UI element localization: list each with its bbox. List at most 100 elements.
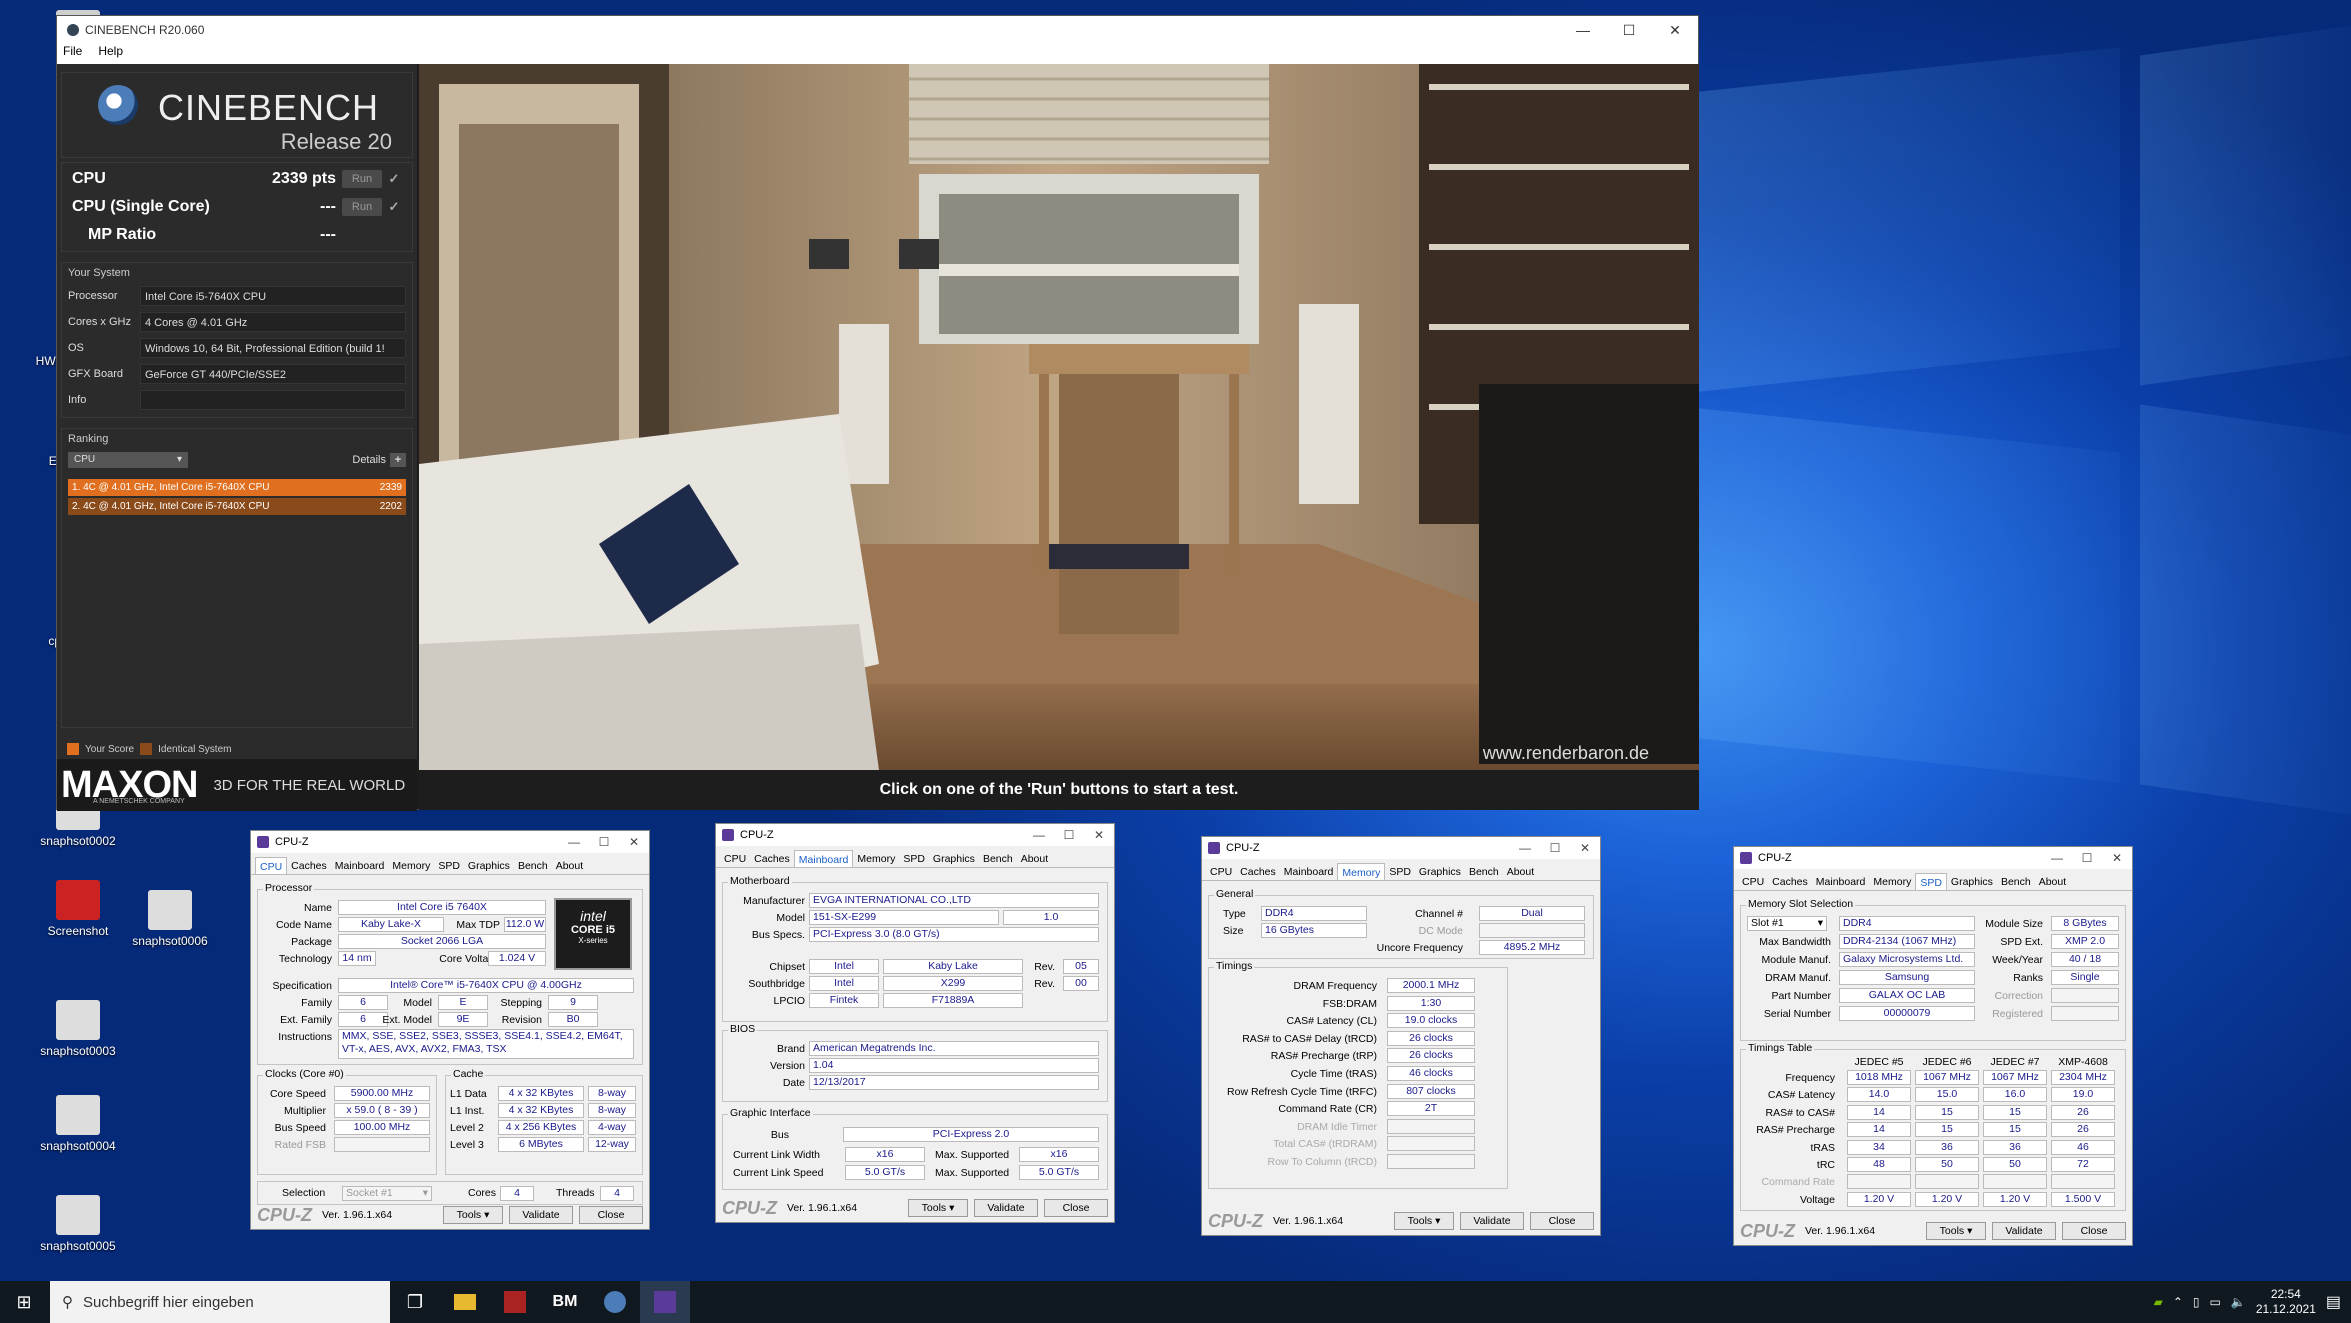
tab-bench[interactable]: Bench: [979, 850, 1017, 867]
cpu-run-button[interactable]: Run: [342, 170, 382, 188]
tab-bench[interactable]: Bench: [1465, 863, 1503, 880]
close-dialog-button[interactable]: Close: [2062, 1222, 2126, 1240]
tools-button[interactable]: Tools ▾: [443, 1206, 503, 1224]
tools-button[interactable]: Tools ▾: [1394, 1212, 1454, 1230]
tab-memory[interactable]: Memory: [1869, 873, 1915, 890]
notifications-icon[interactable]: ▤: [2326, 1292, 2341, 1312]
tab-cpu[interactable]: CPU: [1738, 873, 1768, 890]
socket-select[interactable]: Socket #1 ▾: [342, 1186, 432, 1201]
tab-about[interactable]: About: [1503, 863, 1538, 880]
validate-button[interactable]: Validate: [1460, 1212, 1524, 1230]
tab-memory[interactable]: Memory: [853, 850, 899, 867]
show-hidden-icons-icon[interactable]: ⌃: [2173, 1295, 2183, 1309]
timings-cell: 26: [2051, 1104, 2115, 1120]
maximize-button[interactable]: ☐: [1054, 828, 1084, 842]
tab-caches[interactable]: Caches: [287, 857, 331, 874]
tab-graphics[interactable]: Graphics: [1947, 873, 1997, 890]
slot-select[interactable]: Slot #1 ▾: [1747, 916, 1827, 931]
tab-memory[interactable]: Memory: [1337, 863, 1386, 880]
screenshot-app-icon[interactable]: [490, 1281, 540, 1323]
close-button[interactable]: ✕: [619, 835, 649, 849]
desktop-icon[interactable]: snaphsot0005: [28, 1195, 128, 1253]
tab-bench[interactable]: Bench: [514, 857, 552, 874]
volume-icon[interactable]: 🔈: [2231, 1295, 2246, 1309]
tab-mainboard[interactable]: Mainboard: [331, 857, 389, 874]
week-year-label: Week/Year: [1992, 954, 2043, 966]
desktop-icon-label: snaphsot0006: [132, 934, 208, 948]
cpuz-taskbar-icon[interactable]: [640, 1281, 690, 1323]
search-box[interactable]: ⚲ Suchbegriff hier eingeben: [50, 1281, 390, 1323]
menu-file[interactable]: File: [63, 44, 82, 64]
tab-graphics[interactable]: Graphics: [464, 857, 514, 874]
windows-start-icon[interactable]: ⊞: [0, 1281, 48, 1323]
validate-button[interactable]: Validate: [1992, 1222, 2056, 1240]
timings-cell: [1983, 1174, 2047, 1190]
timings-cell: 26: [2051, 1122, 2115, 1138]
tab-graphics[interactable]: Graphics: [929, 850, 979, 867]
network-icon[interactable]: ▭: [2210, 1295, 2221, 1309]
tab-caches[interactable]: Caches: [1768, 873, 1812, 890]
model-label: Model: [776, 912, 805, 924]
desktop-icon[interactable]: snaphsot0003: [28, 1000, 128, 1058]
tab-cpu[interactable]: CPU: [255, 857, 288, 874]
timings-row-label: Command Rate: [1761, 1176, 1835, 1189]
minimize-button[interactable]: —: [1510, 841, 1540, 855]
cinebench-taskbar-icon[interactable]: [590, 1281, 640, 1323]
tab-mainboard[interactable]: Mainboard: [1812, 873, 1870, 890]
minimize-button[interactable]: —: [559, 835, 589, 849]
tab-memory[interactable]: Memory: [388, 857, 434, 874]
minimize-button[interactable]: —: [1024, 828, 1054, 842]
close-dialog-button[interactable]: Close: [579, 1206, 643, 1224]
tab-about[interactable]: About: [1017, 850, 1052, 867]
close-dialog-button[interactable]: Close: [1530, 1212, 1594, 1230]
menu-help[interactable]: Help: [98, 44, 123, 64]
tab-caches[interactable]: Caches: [1236, 863, 1280, 880]
validate-button[interactable]: Validate: [509, 1206, 573, 1224]
close-button[interactable]: ✕: [2102, 851, 2132, 865]
clock[interactable]: 22:54 21.12.2021: [2256, 1287, 2316, 1317]
cache-group: Cache L1 Data 4 x 32 KBytes 8-way L1 Ins…: [445, 1068, 643, 1175]
desktop-icon[interactable]: snaphsot0006: [120, 890, 220, 948]
maximize-button[interactable]: ☐: [1606, 22, 1652, 39]
tab-graphics[interactable]: Graphics: [1415, 863, 1465, 880]
close-button[interactable]: ✕: [1570, 841, 1600, 855]
maximize-button[interactable]: ☐: [1540, 841, 1570, 855]
tab-cpu[interactable]: CPU: [720, 850, 750, 867]
usb-icon[interactable]: ▯: [2193, 1295, 2200, 1309]
tab-about[interactable]: About: [552, 857, 587, 874]
validate-button[interactable]: Validate: [974, 1199, 1038, 1217]
tab-mainboard[interactable]: Mainboard: [793, 850, 854, 867]
nvidia-icon[interactable]: ▰: [2154, 1295, 2163, 1309]
tab-bench[interactable]: Bench: [1997, 873, 2035, 890]
tab-spd[interactable]: SPD: [899, 850, 929, 867]
bm-app-icon[interactable]: BM: [540, 1281, 590, 1323]
close-dialog-button[interactable]: Close: [1044, 1199, 1108, 1217]
minimize-button[interactable]: —: [1560, 22, 1606, 39]
tools-button[interactable]: Tools ▾: [1926, 1222, 1986, 1240]
tools-button[interactable]: Tools ▾: [908, 1199, 968, 1217]
specification-label: Specification: [272, 980, 332, 992]
desktop-icon[interactable]: Screenshot: [28, 880, 128, 938]
single-core-run-button[interactable]: Run: [342, 198, 382, 216]
tab-cpu[interactable]: CPU: [1206, 863, 1236, 880]
details-toggle-button[interactable]: +: [390, 453, 406, 467]
tab-spd[interactable]: SPD: [1915, 873, 1947, 890]
file-explorer-icon[interactable]: [440, 1281, 490, 1323]
tab-caches[interactable]: Caches: [750, 850, 794, 867]
close-button[interactable]: ✕: [1084, 828, 1114, 842]
desktop-icon[interactable]: snaphsot0004: [28, 1095, 128, 1153]
task-view-icon[interactable]: ❐: [390, 1281, 440, 1323]
tab-mainboard[interactable]: Mainboard: [1280, 863, 1338, 880]
maximize-button[interactable]: ☐: [589, 835, 619, 849]
tab-spd[interactable]: SPD: [1385, 863, 1415, 880]
chipset-model: Kaby Lake: [883, 959, 1023, 974]
minimize-button[interactable]: —: [2042, 851, 2072, 865]
tab-spd[interactable]: SPD: [434, 857, 464, 874]
ranking-item[interactable]: 2. 4C @ 4.01 GHz, Intel Core i5-7640X CP…: [68, 498, 406, 515]
maximize-button[interactable]: ☐: [2072, 851, 2102, 865]
ranking-select[interactable]: CPU ▾: [68, 452, 188, 468]
ranking-item[interactable]: 1. 4C @ 4.01 GHz, Intel Core i5-7640X CP…: [68, 479, 406, 496]
tab-about[interactable]: About: [2035, 873, 2070, 890]
close-button[interactable]: ✕: [1652, 22, 1698, 39]
motherboard-group: Motherboard Manufacturer EVGA INTERNATIO…: [722, 875, 1108, 1022]
